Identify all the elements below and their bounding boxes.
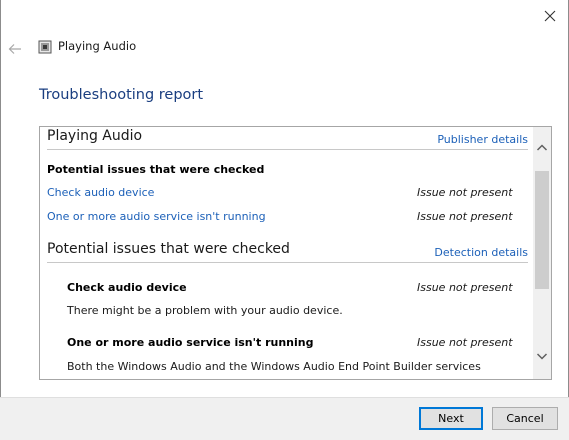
chevron-down-icon bbox=[536, 353, 548, 360]
scroll-up-button[interactable] bbox=[533, 139, 551, 157]
detail-item-status: Issue not present bbox=[417, 336, 513, 349]
section-divider bbox=[47, 149, 528, 150]
detail-item-description: There might be a problem with your audio… bbox=[67, 304, 343, 317]
report-panel: Playing Audio Publisher details Potentia… bbox=[39, 126, 552, 380]
close-button[interactable] bbox=[539, 6, 561, 26]
wizard-header: Playing Audio bbox=[0, 34, 569, 58]
detail-item-title: Check audio device bbox=[67, 281, 187, 294]
summary-section-title: Playing Audio bbox=[47, 128, 143, 144]
scroll-thumb[interactable] bbox=[535, 171, 549, 289]
cancel-button[interactable]: Cancel bbox=[492, 407, 558, 430]
scroll-down-button[interactable] bbox=[533, 347, 551, 365]
check-audio-device-status: Issue not present bbox=[417, 186, 513, 199]
dialog-footer: Next Cancel bbox=[0, 397, 569, 440]
audio-service-link[interactable]: One or more audio service isn't running bbox=[47, 210, 266, 223]
detection-details-link[interactable]: Detection details bbox=[434, 246, 528, 259]
audio-service-status: Issue not present bbox=[417, 210, 513, 223]
section-divider bbox=[47, 262, 528, 263]
back-arrow-icon bbox=[8, 44, 21, 54]
page-title: Troubleshooting report bbox=[39, 87, 204, 103]
vertical-scrollbar[interactable] bbox=[533, 127, 551, 379]
checked-issues-label: Potential issues that were checked bbox=[47, 163, 265, 176]
next-button[interactable]: Next bbox=[419, 407, 483, 430]
detail-item-status: Issue not present bbox=[417, 281, 513, 294]
close-icon bbox=[544, 10, 556, 22]
back-button[interactable] bbox=[8, 40, 22, 54]
check-audio-device-link[interactable]: Check audio device bbox=[47, 186, 154, 199]
chevron-up-icon bbox=[536, 144, 548, 151]
detail-item-title: One or more audio service isn't running bbox=[67, 336, 314, 349]
details-section-title: Potential issues that were checked bbox=[47, 241, 290, 257]
publisher-details-link[interactable]: Publisher details bbox=[437, 133, 528, 146]
window-title: Playing Audio bbox=[58, 39, 137, 53]
report-content: Playing Audio Publisher details Potentia… bbox=[40, 127, 534, 379]
troubleshooter-app-icon bbox=[38, 39, 52, 54]
detail-item-description: Both the Windows Audio and the Windows A… bbox=[67, 360, 481, 373]
